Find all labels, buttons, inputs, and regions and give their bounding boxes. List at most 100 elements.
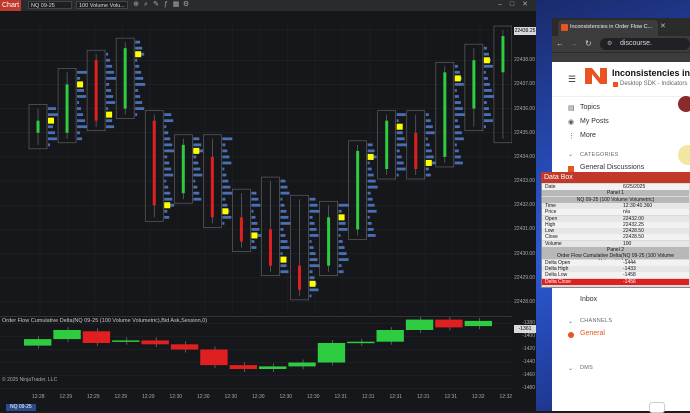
topic-category[interactable]: Desktop SDK - Indicators	[620, 81, 687, 87]
candle-body[interactable]	[501, 36, 505, 73]
nav-inbox[interactable]: Inbox	[580, 296, 597, 303]
volume-profile-bar	[338, 246, 345, 249]
candle-body[interactable]	[65, 84, 69, 133]
nav-topics[interactable]: Topics	[580, 104, 600, 111]
data-box-section: Panel 2	[542, 247, 689, 253]
poster-avatar[interactable]	[678, 96, 690, 112]
channels-header[interactable]: CHANNELS	[580, 318, 612, 324]
site-logo[interactable]	[584, 66, 608, 86]
candle-body[interactable]	[414, 132, 418, 169]
templates-icon[interactable]: ▦	[172, 1, 180, 9]
chevron-down-icon[interactable]: ⌄	[568, 365, 573, 372]
chevron-down-icon[interactable]: ⌄	[568, 318, 573, 325]
candle-body[interactable]	[298, 265, 302, 290]
candle-body[interactable]	[94, 60, 98, 121]
candle-body[interactable]	[152, 120, 156, 206]
delta-candle[interactable]	[229, 365, 257, 369]
candle-body[interactable]	[36, 120, 40, 133]
close-icon[interactable]: ✕	[521, 1, 529, 9]
delta-candle[interactable]	[170, 344, 199, 350]
volume-profile-bar	[425, 131, 435, 135]
candle-body[interactable]	[443, 72, 447, 157]
volume-profile-bar	[454, 89, 457, 92]
candle-body[interactable]	[239, 217, 243, 242]
volume-profile-bar	[280, 234, 286, 237]
url-text[interactable]: discourse.	[620, 40, 652, 47]
imbalance-marker	[251, 232, 258, 239]
delta-candle[interactable]	[405, 319, 434, 330]
volume-profile-bar	[251, 209, 254, 213]
site-info-icon[interactable]: ⚙	[607, 40, 612, 47]
candle-body[interactable]	[327, 217, 331, 266]
volume-profile-bar	[222, 221, 225, 225]
delta-candle[interactable]	[376, 330, 404, 342]
instrument-tab[interactable]: NQ 09-25	[6, 404, 36, 411]
delta-candle[interactable]	[200, 349, 228, 366]
delta-candle[interactable]	[317, 343, 346, 363]
candle-body[interactable]	[210, 156, 214, 218]
volume-profile-bar	[425, 167, 429, 171]
data-box-key: Close	[545, 234, 558, 241]
candle-body[interactable]	[356, 150, 360, 230]
bar-type-selector[interactable]: 100 Volume Volu...	[76, 1, 128, 9]
candle-body[interactable]	[268, 229, 272, 266]
volume-profile-bar	[367, 209, 377, 213]
chart-title[interactable]: Chart	[0, 0, 22, 11]
forward-icon[interactable]: →	[570, 39, 578, 48]
delta-candle[interactable]	[435, 319, 463, 328]
cumulative-delta-chart[interactable]	[0, 316, 512, 395]
time-tick-label: 12:30	[307, 394, 320, 400]
data-box-value: 22428.50	[623, 228, 644, 235]
category-general-discussions[interactable]: General Discussions	[580, 164, 644, 171]
properties-icon[interactable]: ⚙	[182, 1, 190, 9]
delta-candle[interactable]	[464, 320, 492, 327]
price-chart[interactable]	[0, 24, 512, 314]
topic-title[interactable]: Inconsistencies in	[612, 68, 690, 78]
delta-candle[interactable]	[347, 341, 375, 344]
volume-profile-bar	[483, 46, 487, 50]
data-box-section-label: NQ 09-25 (100 Volume Volumetric)	[576, 196, 655, 203]
hamburger-menu-icon[interactable]: ☰	[568, 74, 576, 85]
price-tick-label: 22434.00	[514, 153, 535, 160]
delta-candle[interactable]	[82, 331, 111, 343]
zoom-icon[interactable]: ⌕	[142, 1, 150, 9]
tab-close-icon[interactable]: ✕	[660, 22, 666, 30]
chat-input-button[interactable]	[649, 402, 665, 413]
volume-profile-bar	[193, 185, 198, 189]
candle-body[interactable]	[472, 60, 476, 109]
indicators-icon[interactable]: ƒ	[162, 1, 170, 9]
volume-profile-bar	[338, 270, 344, 274]
candle-body[interactable]	[123, 48, 127, 109]
volume-profile-bar	[106, 83, 110, 86]
chevron-down-icon[interactable]: ⌄	[568, 151, 573, 158]
data-box-title[interactable]: Data Box	[541, 172, 690, 183]
candle-body[interactable]	[385, 120, 389, 169]
delta-candle[interactable]	[259, 366, 287, 369]
volume-profile-bar	[106, 76, 117, 80]
delta-candle[interactable]	[53, 330, 81, 340]
volume-profile-bar	[483, 125, 486, 129]
nav-more[interactable]: More	[580, 132, 596, 139]
back-icon[interactable]: ←	[556, 39, 564, 48]
volume-profile-bar	[483, 76, 488, 80]
delta-candle[interactable]	[24, 339, 52, 346]
dms-header[interactable]: DMS	[580, 365, 593, 371]
reload-icon[interactable]: ↻	[585, 39, 592, 48]
delta-candle[interactable]	[112, 340, 140, 342]
minimize-icon[interactable]: –	[496, 1, 504, 9]
categories-header[interactable]: CATEGORIES	[580, 152, 619, 158]
draw-icon[interactable]: ✎	[152, 1, 160, 9]
delta-candle[interactable]	[288, 362, 316, 367]
tab-title[interactable]: Inconsistencies in Order Flow C...	[570, 24, 652, 30]
maximize-icon[interactable]: □	[508, 1, 516, 9]
channel-general[interactable]: General	[580, 330, 605, 337]
delta-candle[interactable]	[141, 340, 169, 345]
imbalance-marker	[367, 153, 374, 160]
crosshair-icon[interactable]: ⊕	[132, 1, 140, 9]
nav-my-posts[interactable]: My Posts	[580, 118, 609, 125]
candle-body[interactable]	[181, 144, 185, 194]
volume-profile-bar	[164, 209, 168, 213]
price-axis[interactable]: 22438.00 22437.00 22436.00 22435.00 22434.00…	[512, 24, 536, 314]
instrument-selector[interactable]: NQ 09-25	[28, 1, 72, 9]
data-box-section: Panel 1	[542, 190, 689, 197]
